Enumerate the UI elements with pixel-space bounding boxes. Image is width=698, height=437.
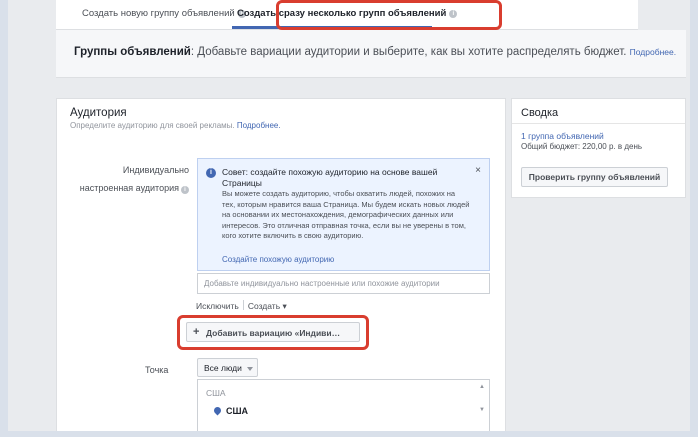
exclude-link[interactable]: Исключить (196, 301, 239, 311)
create-dropdown[interactable]: Создать ▾ (248, 301, 287, 311)
info-icon[interactable]: i (181, 186, 189, 194)
summary-title: Сводка (521, 107, 559, 119)
scroll-up-icon[interactable]: ▲ (479, 384, 485, 390)
ad-groups-description: Группы объявлений: Добавьте вариации ауд… (74, 46, 676, 58)
ad-groups-title: Группы объявлений (74, 46, 191, 58)
location-country: США (206, 388, 226, 398)
caret-down-icon: ▾ (282, 301, 287, 311)
summary-budget: Общий бюджет: 220,00 р. в день (521, 142, 643, 151)
info-icon: i (206, 168, 216, 178)
highlight-box-tab (276, 0, 502, 30)
close-icon[interactable]: × (475, 165, 481, 176)
divider (242, 300, 244, 310)
custom-audience-label-line2-wrap: настроенная аудитория i (69, 179, 189, 197)
create-label: Создать (247, 301, 281, 311)
learn-more-link[interactable]: Подробнее. (630, 47, 676, 57)
audience-panel: Аудитория Определите аудиторию для своей… (56, 98, 506, 431)
tabs-bar: Создать новую группу объявлений i Создать… (56, 0, 638, 30)
audience-subtitle: Определите аудиторию для своей рекламы. … (70, 121, 281, 130)
tab-create-single-group[interactable]: Создать новую группу объявлений i (82, 8, 246, 19)
tab-label: Создать новую группу объявлений (82, 8, 235, 19)
custom-audience-input[interactable]: Добавьте индивидуально настроенные или п… (197, 273, 490, 294)
ad-groups-header: Группы объявлений: Добавьте вариации ауд… (56, 30, 686, 78)
summary-panel: Сводка 1 группа объявлений Общий бюджет:… (511, 98, 686, 198)
ad-groups-text: : Добавьте вариации аудитории и выберите… (190, 46, 627, 58)
learn-more-link[interactable]: Подробнее. (237, 121, 281, 130)
scroll-down-icon[interactable]: ▼ (479, 407, 485, 413)
summary-groups-link[interactable]: 1 группа объявлений (521, 131, 604, 141)
custom-audience-label-line2: настроенная аудитория (79, 183, 179, 193)
location-item: США (226, 406, 249, 416)
highlight-box-add-variation (177, 315, 369, 350)
audience-title: Аудитория (70, 107, 127, 119)
tip-body: Вы можете создать аудиторию, чтобы охват… (222, 189, 470, 240)
custom-audience-label-line1: Индивидуально (122, 165, 189, 175)
chevron-down-icon (247, 367, 253, 371)
lookalike-tip-box: i × Совет: создайте похожую аудиторию на… (197, 158, 490, 271)
location-select-value: Все люди (204, 363, 242, 373)
map-pin-icon (212, 405, 223, 416)
create-lookalike-link[interactable]: Создайте похожую аудиторию (222, 255, 334, 264)
audience-subtitle-text: Определите аудиторию для своей рекламы. (70, 121, 235, 130)
tip-title: Совет: создайте похожую аудиторию на осн… (222, 167, 438, 188)
custom-audience-placeholder: Добавьте индивидуально настроенные или п… (204, 279, 440, 288)
exclude-create-row: Исключить Создать ▾ (196, 300, 287, 312)
ads-manager-frame: Создать новую группу объявлений i Создать… (8, 0, 690, 431)
location-select[interactable]: Все люди (197, 358, 258, 377)
custom-audience-label: Индивидуально настроенная аудитория i (69, 161, 189, 197)
divider (512, 123, 685, 124)
check-ad-group-button[interactable]: Проверить группу объявлений (521, 167, 668, 187)
location-box[interactable]: США США ▲ ▼ (197, 379, 490, 431)
location-label: Точка (145, 365, 169, 375)
